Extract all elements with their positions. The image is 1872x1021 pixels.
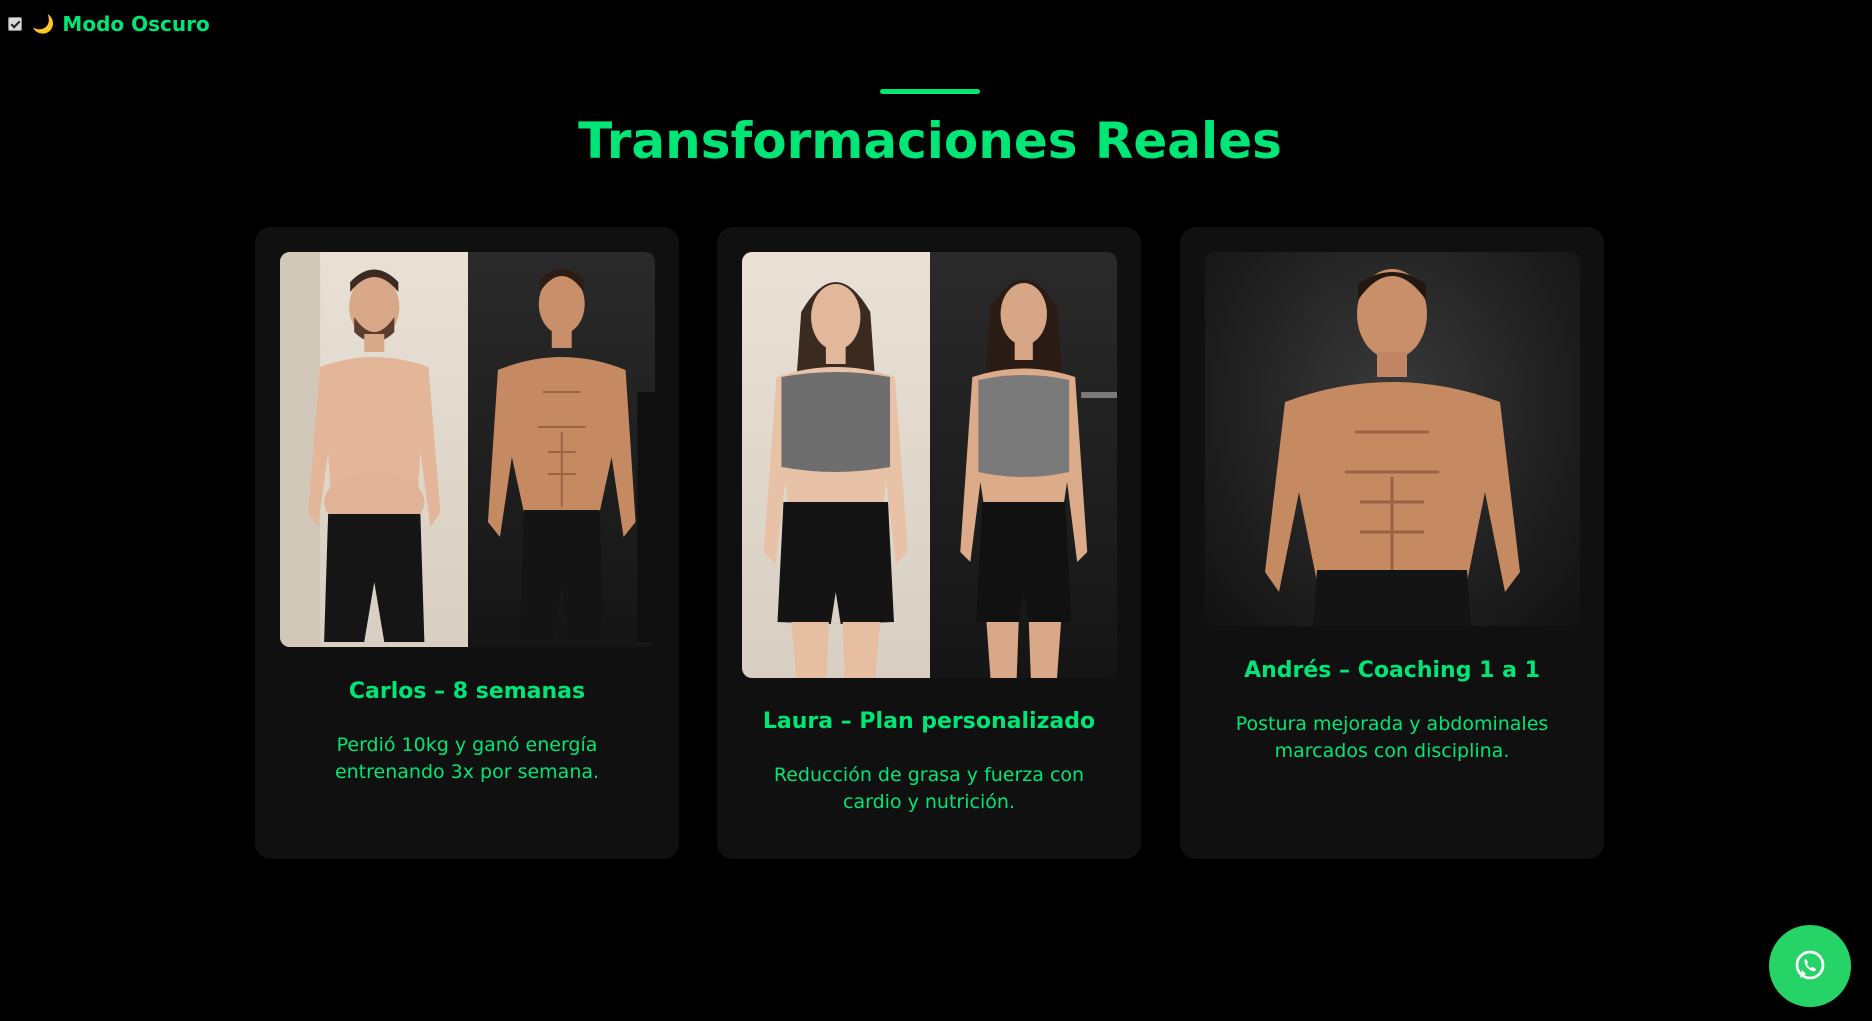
before-photo	[280, 252, 468, 647]
dark-mode-checkbox[interactable]	[8, 17, 22, 31]
card-title: Carlos – 8 semanas	[348, 679, 586, 704]
before-photo	[742, 252, 930, 678]
whatsapp-button[interactable]	[1769, 925, 1851, 1007]
card-description: Perdió 10kg y ganó energía entrenando 3x…	[334, 734, 600, 783]
card-description: Reducción de grasa y fuerza con cardio y…	[773, 764, 1085, 813]
after-photo	[929, 252, 1117, 678]
dark-mode-label[interactable]: 🌙 Modo Oscuro	[32, 12, 210, 36]
card-title: Andrés – Coaching 1 a 1	[1244, 658, 1540, 683]
dark-mode-toggle[interactable]: 🌙 Modo Oscuro	[8, 12, 210, 36]
whatsapp-icon	[1795, 950, 1825, 980]
card-title: Laura – Plan personalizado	[762, 709, 1096, 734]
dark-mode-text: Modo Oscuro	[62, 12, 210, 36]
section-title: Transformaciones Reales	[578, 112, 1282, 170]
moon-icon: 🌙	[32, 13, 55, 35]
after-photo	[467, 252, 655, 647]
transformation-card-andres: Andrés – Coaching 1 a 1 Postura mejorada…	[1180, 227, 1604, 859]
transformation-card-laura: Laura – Plan personalizado Reducción de …	[717, 227, 1141, 859]
transformation-card-carlos: Carlos – 8 semanas Perdió 10kg y ganó en…	[255, 227, 679, 859]
after-photo	[1205, 252, 1580, 626]
before-after-photo-laura	[742, 252, 1117, 678]
photo-andres	[1205, 252, 1580, 626]
card-description: Postura mejorada y abdominales marcados …	[1235, 713, 1549, 762]
title-accent-line	[880, 89, 980, 94]
before-after-photo-carlos	[280, 252, 655, 647]
